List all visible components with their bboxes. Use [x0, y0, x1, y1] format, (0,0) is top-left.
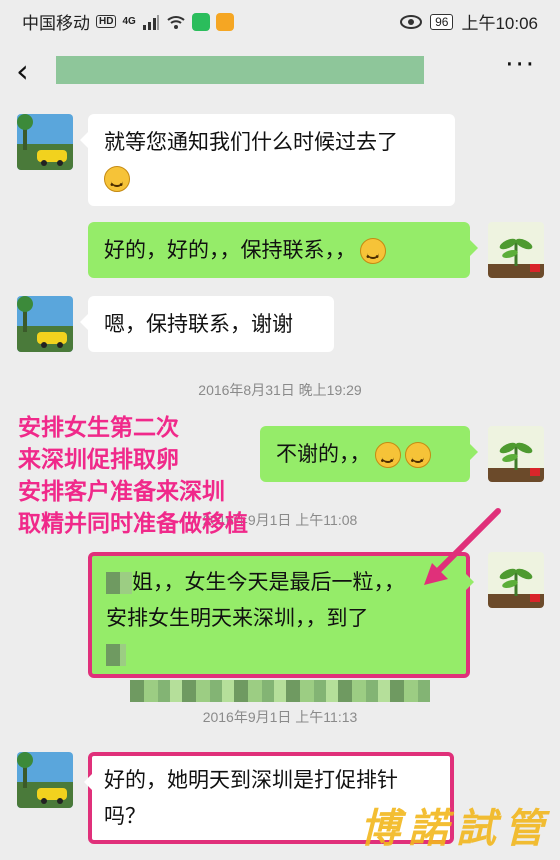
annotation-line: 取精并同时准备做移植: [18, 510, 248, 537]
network-type-label: 4G: [122, 16, 136, 27]
message-text-line2: 安排女生明天来深圳，，到了: [106, 606, 369, 630]
message-text-line2: 吗？: [104, 804, 146, 828]
redacted-text: [106, 644, 126, 666]
status-bar: 中国移动 HD 4G 96 上午10:06: [0, 0, 560, 38]
message-text: 好的，好的，，保持联系，，: [104, 238, 356, 262]
self-avatar[interactable]: [488, 426, 544, 482]
contact-avatar[interactable]: [17, 114, 73, 170]
annotation-line: 来深圳促排取卵: [18, 446, 179, 473]
annotation-arrow-icon: [424, 508, 501, 585]
message-timestamp: 2016年9月1日 上午11:13: [202, 709, 358, 725]
clock: 上午10:06: [461, 14, 538, 33]
smile-emoji-icon: [404, 442, 431, 480]
redacted-text: [130, 680, 430, 702]
battery-indicator: 96: [430, 13, 454, 30]
carrier-label: 中国移动: [22, 14, 90, 33]
message-timestamp: 2016年8月31日 晚上19:29: [198, 382, 362, 398]
contact-avatar[interactable]: [17, 296, 73, 352]
smile-emoji-icon: [104, 166, 130, 204]
more-icon[interactable]: ···: [505, 50, 536, 80]
message-text: 就等您通知我们什么时候过去了: [104, 130, 398, 154]
message-text: 姐，，女生今天是最后一粒，，: [132, 570, 405, 594]
annotation-line: 安排客户准备来深圳: [18, 478, 225, 505]
annotation-text: 安排女生第二次 来深圳促排取卵 安排客户准备来深圳 取精并同时准备做移植: [18, 412, 248, 540]
message-text: 好的，她明天到深圳是打促排针: [104, 768, 398, 792]
message-bubble-incoming[interactable]: 嗯，保持联系，谢谢: [80, 296, 334, 352]
chat-title-redacted: [56, 56, 424, 84]
self-avatar[interactable]: [488, 222, 544, 278]
chevron-left-icon[interactable]: ‹: [16, 52, 29, 90]
message-text: 嗯，保持联系，谢谢: [104, 312, 293, 336]
chat-header: ‹ ···: [0, 38, 560, 104]
eye-comfort-icon: [400, 14, 423, 29]
message-bubble-outgoing[interactable]: 好的，好的，，保持联系，，: [88, 222, 478, 278]
message-bubble-incoming[interactable]: 就等您通知我们什么时候过去了: [80, 114, 455, 206]
signal-icon: [142, 14, 159, 30]
wifi-icon: [167, 15, 185, 29]
app-notification-icon: [215, 12, 234, 31]
watermark-logo: 博諾試管: [360, 805, 552, 852]
contact-avatar[interactable]: [17, 752, 73, 808]
annotation-line: 安排女生第二次: [18, 414, 179, 441]
wechat-notification-icon: [191, 12, 210, 31]
message-bubble-outgoing-highlighted[interactable]: 姐，，女生今天是最后一粒，， 安排女生明天来深圳，，到了: [88, 552, 474, 702]
redacted-name: [106, 572, 132, 594]
message-bubble-outgoing[interactable]: 不谢的，，: [260, 426, 478, 482]
hd-badge: HD: [96, 15, 117, 28]
smile-emoji-icon: [360, 238, 386, 276]
message-text: 不谢的，，: [276, 442, 371, 466]
smile-emoji-icon: [374, 442, 401, 480]
